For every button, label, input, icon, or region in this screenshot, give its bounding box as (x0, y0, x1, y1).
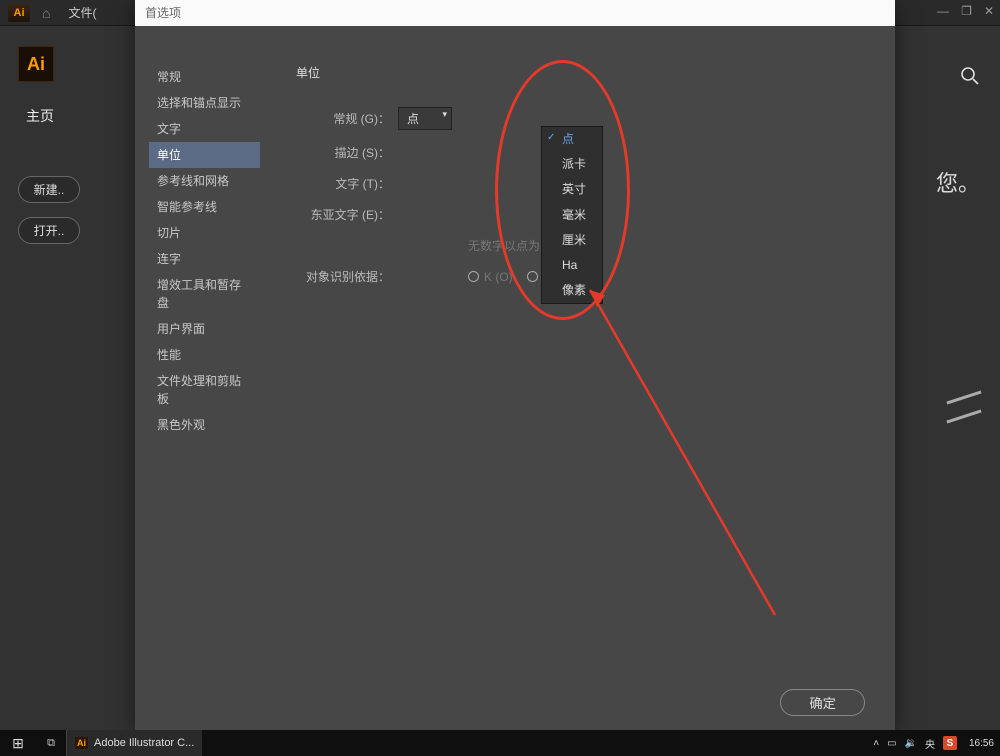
preferences-category-list: 常规选择和锚点显示文字单位参考线和网格智能参考线切片连字增效工具和暂存盘用户界面… (135, 26, 260, 730)
label-asian-type-units: 东亚文字 (E)： (290, 206, 390, 223)
category-item[interactable]: 用户界面 (149, 316, 260, 342)
ok-button[interactable]: 确定 (780, 689, 865, 716)
dropdown-option[interactable]: 像素 (542, 278, 602, 303)
category-item[interactable]: 切片 (149, 220, 260, 246)
dropdown-option[interactable]: 厘米 (542, 228, 602, 253)
category-item[interactable]: 性能 (149, 342, 260, 368)
tray-action-center-icon[interactable]: ▭ (887, 738, 896, 749)
tray-volume-icon[interactable]: 🔉 (905, 738, 917, 749)
section-title: 单位 (296, 64, 865, 81)
dialog-titlebar[interactable]: 首选项 (135, 0, 895, 26)
category-item[interactable]: 文件处理和剪贴板 (149, 368, 260, 412)
category-item[interactable]: 智能参考线 (149, 194, 260, 220)
open-button[interactable]: 打开.. (18, 217, 80, 244)
tray-chevron-icon[interactable]: ˄ (873, 738, 879, 749)
sogou-ime-icon[interactable]: S (943, 736, 957, 750)
dropdown-option[interactable]: Ha (542, 253, 602, 278)
dropdown-option[interactable]: 毫米 (542, 203, 602, 228)
taskbar-app-label: Adobe Illustrator C... (94, 737, 194, 749)
category-item[interactable]: 黑色外观 (149, 412, 260, 438)
label-general-units: 常规 (G)： (290, 110, 390, 127)
preferences-dialog: 首选项 常规选择和锚点显示文字单位参考线和网格智能参考线切片连字增效工具和暂存盘… (135, 0, 895, 730)
dropdown-option[interactable]: 英寸 (542, 177, 602, 202)
window-close[interactable]: ✕ (984, 4, 994, 18)
dropdown-option[interactable]: 派卡 (542, 152, 602, 177)
label-type-units: 文字 (T)： (290, 175, 390, 192)
home-icon[interactable]: ⌂ (42, 5, 50, 21)
taskbar-clock[interactable]: 16:56 (969, 738, 994, 749)
dropdown-option[interactable]: 点 (542, 127, 602, 152)
start-button[interactable]: ⊞ (0, 735, 36, 752)
search-icon[interactable] (960, 66, 980, 91)
taskbar-item-illustrator[interactable]: Ai Adobe Illustrator C... (66, 730, 202, 756)
category-item[interactable]: 文字 (149, 116, 260, 142)
category-item[interactable]: 增效工具和暂存盘 (149, 272, 260, 316)
menu-file[interactable]: 文件( (68, 4, 96, 21)
category-item[interactable]: 连字 (149, 246, 260, 272)
taskbar-ai-icon: Ai (75, 737, 88, 749)
home-left-panel: Ai 主页 新建.. 打开.. (0, 26, 135, 730)
windows-taskbar: ⊞ ⧉ Ai Adobe Illustrator C... ˄ ▭ 🔉 央 S … (0, 730, 1000, 756)
category-item[interactable]: 选择和锚点显示 (149, 90, 260, 116)
category-item[interactable]: 单位 (149, 142, 260, 168)
units-dropdown-menu: 点派卡英寸毫米厘米Ha像素 (541, 126, 603, 304)
combo-general-units[interactable]: 点 (398, 107, 452, 130)
app-logo-large: Ai (18, 46, 54, 82)
label-stroke-units: 描边 (S)： (290, 144, 390, 161)
task-view-icon[interactable]: ⧉ (36, 737, 66, 750)
label-object-id: 对象识别依据： (290, 268, 390, 285)
app-logo-small: Ai (8, 4, 30, 22)
window-minimize[interactable]: — (937, 4, 949, 18)
category-item[interactable]: 参考线和网格 (149, 168, 260, 194)
ime-indicator[interactable]: 央 (925, 736, 935, 751)
category-item[interactable]: 常规 (149, 64, 260, 90)
home-label[interactable]: 主页 (26, 106, 117, 126)
welcome-text-fragment: 您。 (936, 166, 980, 198)
system-tray: ˄ ▭ 🔉 央 S 16:56 (873, 736, 994, 751)
window-restore[interactable]: ❐ (961, 4, 972, 18)
decorative-lines (946, 396, 982, 434)
radio-obj-k-label: K (O) (484, 270, 513, 284)
new-button[interactable]: 新建.. (18, 176, 80, 203)
right-side-panel: 您。 (930, 26, 1000, 730)
radio-object-name[interactable]: K (O) (468, 270, 513, 284)
